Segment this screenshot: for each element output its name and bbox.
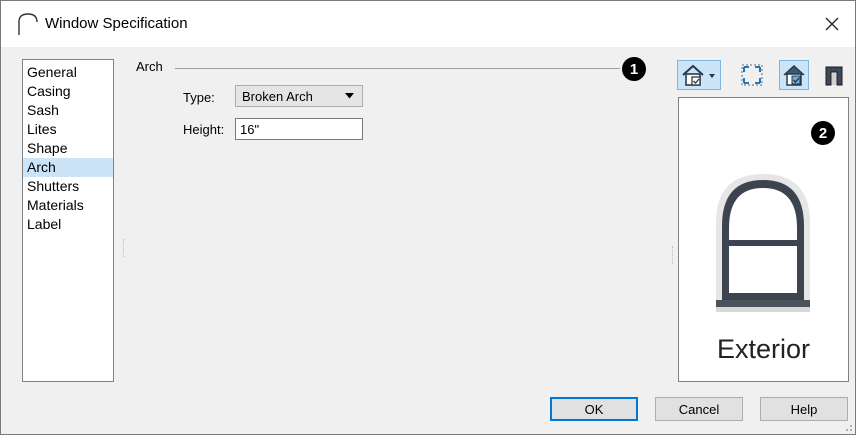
dropdown-arrow-icon: [345, 93, 354, 99]
close-button[interactable]: [817, 9, 847, 39]
camera-view-icon: [682, 64, 715, 86]
color-on-icon: [783, 64, 805, 86]
nav-item-sash[interactable]: Sash: [23, 101, 113, 120]
type-label: Type:: [183, 90, 215, 105]
callout-badge-1: 1: [622, 57, 646, 81]
arch-type-select[interactable]: Broken Arch: [235, 85, 363, 107]
preview-caption: Exterior: [716, 334, 811, 364]
callout-badge-2: 2: [811, 121, 835, 145]
resize-grip-icon[interactable]: [843, 422, 853, 432]
color-on-button[interactable]: [779, 60, 809, 90]
nav-item-materials[interactable]: Materials: [23, 196, 113, 215]
cross-section-button[interactable]: [819, 60, 849, 90]
splitter-grip[interactable]: [123, 239, 126, 257]
fill-window-button[interactable]: [737, 60, 767, 90]
nav-item-casing[interactable]: Casing: [23, 82, 113, 101]
group-divider: [175, 68, 620, 69]
nav-item-label[interactable]: Label: [23, 215, 113, 234]
dialog-title: Window Specification: [45, 15, 188, 32]
fill-window-icon: [741, 64, 763, 86]
arch-icon: [18, 13, 38, 35]
cross-section-icon: [825, 66, 843, 86]
nav-item-lites[interactable]: Lites: [23, 120, 113, 139]
splitter-grip-right[interactable]: [672, 246, 675, 264]
nav-item-shutters[interactable]: Shutters: [23, 177, 113, 196]
help-button[interactable]: Help: [760, 397, 848, 421]
arch-type-value: Broken Arch: [242, 88, 313, 104]
category-list: General Casing Sash Lites Shape Arch Shu…: [22, 59, 114, 382]
nav-item-general[interactable]: General: [23, 63, 113, 82]
arch-group-label: Arch: [136, 59, 163, 74]
camera-view-button[interactable]: [677, 60, 721, 90]
title-bar: Window Specification: [1, 1, 855, 47]
close-icon: [825, 17, 839, 31]
window-specification-dialog: Window Specification General Casing Sash…: [0, 0, 856, 435]
nav-item-arch[interactable]: Arch: [23, 158, 113, 177]
preview-panel: 2 Exterior: [678, 97, 849, 382]
nav-item-shape[interactable]: Shape: [23, 139, 113, 158]
ok-button[interactable]: OK: [550, 397, 638, 421]
cancel-button[interactable]: Cancel: [655, 397, 743, 421]
height-label: Height:: [183, 122, 225, 137]
window-preview-image: [716, 174, 810, 312]
arch-height-input[interactable]: [235, 118, 363, 140]
